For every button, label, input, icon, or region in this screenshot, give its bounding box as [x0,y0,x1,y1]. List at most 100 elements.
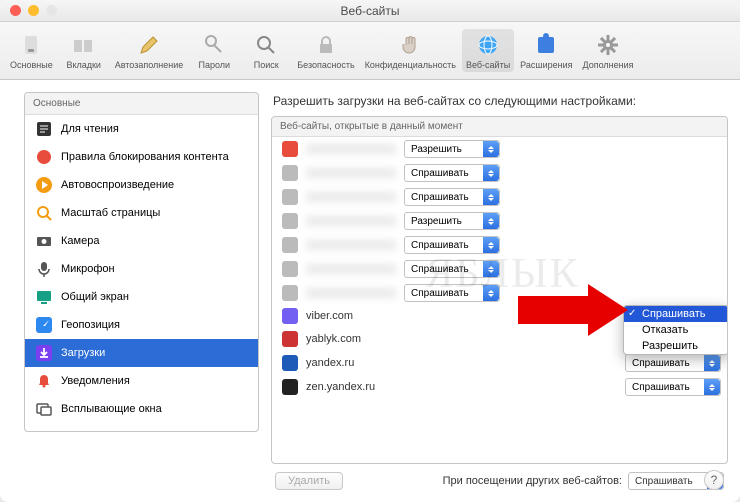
site-favicon [282,308,298,324]
sidebar-item-label: Геопозиция [61,319,120,331]
minimize-icon[interactable] [28,5,39,16]
tab-security[interactable]: Безопасность [293,29,358,72]
menu-item[interactable]: Спрашивать [624,306,728,322]
sidebar-item-label: Загрузки [61,347,105,359]
site-name: yandex.ru [306,357,617,369]
play-icon [35,176,53,194]
site-favicon [282,141,298,157]
site-favicon [282,355,298,371]
sidebar-item-popup[interactable]: Всплывающие окна [25,395,258,423]
delete-button[interactable]: Удалить [275,472,343,490]
sidebar-item-nav[interactable]: Геопозиция [25,311,258,339]
toolbar: Основные Вкладки АвтозаполнениеПаролиПоиск… [0,22,740,80]
site-name: zen.yandex.ru [306,381,617,393]
site-setting-dropdown[interactable]: Спрашивать [404,260,500,278]
chevron-updown-icon [704,379,720,395]
toolbar-label: Веб-сайты [466,60,510,70]
close-icon[interactable] [10,5,21,16]
sidebar-item-screen[interactable]: Общий экран [25,283,258,311]
camera-icon [35,232,53,250]
sidebar-item-label: Для чтения [61,123,119,135]
help-button[interactable]: ? [704,470,724,490]
website-list-box: Веб-сайты, открытые в данный момент Разр… [271,116,728,464]
site-setting-dropdown[interactable]: Спрашивать [625,378,721,396]
site-name [306,264,396,274]
lock-icon [314,33,338,57]
mic-icon [35,260,53,278]
tab-advanced[interactable]: Дополнения [579,29,638,72]
sidebar-item-label: Общий экран [61,291,129,303]
sidebar-item-play[interactable]: Автовоспроизведение [25,171,258,199]
sidebar-item-download[interactable]: Загрузки [25,339,258,367]
tab-passwords[interactable]: Пароли [189,29,239,72]
chevron-updown-icon [483,213,499,229]
site-row[interactable]: Спрашивать [272,185,727,209]
setting-menu[interactable]: СпрашиватьОтказатьРазрешить [623,305,728,355]
magnifier-icon [254,33,278,57]
tab-extensions[interactable]: Расширения [516,29,576,72]
sidebar-item-block[interactable]: Правила блокирования контента [25,143,258,171]
toolbar-label: Дополнения [583,60,634,70]
site-setting-dropdown[interactable]: Спрашивать [625,354,721,372]
sidebar-item-label: Уведомления [61,375,130,387]
site-setting-dropdown[interactable]: Разрешить [404,140,500,158]
maximize-icon[interactable] [46,5,57,16]
sidebar-item-label: Микрофон [61,263,115,275]
toolbar-label: Конфиденциальность [365,60,456,70]
site-name: yablyk.com [306,333,617,345]
site-setting-dropdown[interactable]: Спрашивать [404,164,500,182]
popup-icon [35,400,53,418]
sidebar-item-label: Правила блокирования контента [61,151,229,163]
site-row[interactable]: Спрашивать [272,281,727,305]
site-row[interactable]: Спрашивать [272,161,727,185]
site-setting-dropdown[interactable]: Спрашивать [404,188,500,206]
tab-privacy[interactable]: Конфиденциальность [361,29,460,72]
block-icon [35,148,53,166]
site-setting-dropdown[interactable]: Разрешить [404,212,500,230]
website-list-header: Веб-сайты, открытые в данный момент [272,117,727,137]
main-heading: Разрешить загрузки на веб-сайтах со след… [273,94,728,108]
site-favicon [282,189,298,205]
site-favicon [282,285,298,301]
sidebar-item-camera[interactable]: Камера [25,227,258,255]
site-row[interactable]: zen.yandex.ru Спрашивать [272,375,727,399]
site-favicon [282,379,298,395]
site-favicon [282,213,298,229]
tab-icon [72,33,96,57]
window-title: Веб-сайты [341,4,400,18]
site-row[interactable]: Разрешить [272,209,727,233]
switch-icon [19,33,43,57]
site-row[interactable]: viber.comСпрашиватьОтказатьРазрешить [272,305,727,327]
hand-icon [398,33,422,57]
tab-autofill[interactable]: Автозаполнение [111,29,188,72]
toolbar-label: Вкладки [66,60,101,70]
site-row[interactable]: Разрешить [272,137,727,161]
site-setting-dropdown[interactable]: Спрашивать [404,236,500,254]
menu-item[interactable]: Отказать [624,322,728,338]
tab-tabs[interactable]: Вкладки [59,29,109,72]
chevron-updown-icon [483,189,499,205]
sidebar-item-bell[interactable]: Уведомления [25,367,258,395]
tab-websites[interactable]: Веб-сайты [462,29,514,72]
site-row[interactable]: Спрашивать [272,257,727,281]
menu-item[interactable]: Разрешить [624,338,728,354]
puzzle-icon [534,33,558,57]
sidebar-item-label: Всплывающие окна [61,403,162,415]
site-name [306,144,396,154]
site-favicon [282,165,298,181]
tab-search[interactable]: Поиск [241,29,291,72]
sidebar-item-reader[interactable]: Для чтения [25,115,258,143]
site-name [306,168,396,178]
sidebar-item-mic[interactable]: Микрофон [25,255,258,283]
bell-icon [35,372,53,390]
site-favicon [282,237,298,253]
site-setting-dropdown[interactable]: Спрашивать [404,284,500,302]
tab-general[interactable]: Основные [6,29,57,72]
zoom-icon [35,204,53,222]
key-icon [202,33,226,57]
site-row[interactable]: Спрашивать [272,233,727,257]
bottom-bar: Удалить При посещении других веб-сайтов:… [271,464,728,494]
nav-icon [35,316,53,334]
chevron-updown-icon [483,141,499,157]
sidebar-item-zoom[interactable]: Масштаб страницы [25,199,258,227]
